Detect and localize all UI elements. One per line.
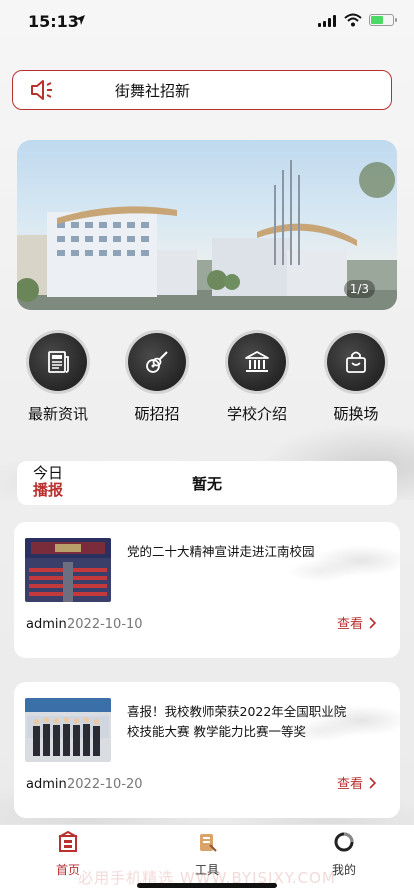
notice-bar[interactable]: 街舞社招新	[12, 70, 392, 110]
news-title: 喜报！我校教师荣获2022年全国职业院校技能大赛 教学能力比赛一等奖	[127, 704, 347, 739]
today-broadcast[interactable]: 今日 播报 暂无	[17, 461, 397, 505]
newspaper-icon	[29, 333, 87, 391]
cellular-signal-icon	[318, 15, 336, 27]
view-button[interactable]: 查看	[337, 773, 376, 792]
news-date: 2022-10-10	[67, 617, 143, 632]
shopping-bag-icon	[327, 333, 385, 391]
tools-icon	[200, 834, 217, 852]
wifi-icon	[344, 13, 362, 27]
news-author: admin	[26, 777, 67, 792]
menu-item-exchange[interactable]: 砺换场	[306, 333, 406, 424]
speaker-icon	[31, 80, 52, 100]
view-label: 查看	[336, 777, 363, 792]
menu-item-school-intro[interactable]: 学校介绍	[207, 333, 307, 424]
status-time: 15:13	[28, 12, 79, 31]
campus-gate-photo	[17, 160, 397, 310]
carousel-page-indicator: 1/3	[343, 280, 375, 298]
menu-item-news[interactable]: 最新资讯	[8, 333, 108, 424]
chevron-right-icon	[369, 776, 376, 789]
location-arrow-icon	[75, 15, 85, 25]
profile-icon	[334, 832, 354, 852]
news-title: 党的二十大精神宣讲走进江南校园	[127, 544, 315, 559]
home-indicator	[137, 883, 277, 888]
battery-icon	[369, 14, 397, 26]
school-building-icon	[228, 333, 286, 391]
quick-menu: 最新资讯 砺招招 学校介绍 砺换场	[0, 333, 414, 433]
status-bar: 15:13	[0, 0, 414, 44]
menu-item-label: 学校介绍	[226, 405, 287, 423]
news-date: 2022-10-20	[67, 777, 143, 792]
news-thumbnail	[25, 698, 111, 762]
menu-item-label: 砺招招	[134, 405, 180, 423]
banner-carousel[interactable]: 1/3	[17, 140, 397, 310]
chevron-right-icon	[369, 616, 376, 629]
tab-bar: 首页 工具 我的 必用手机精选 WWW.BYJSJXY.COM	[0, 824, 414, 896]
news-author: admin	[26, 617, 67, 632]
today-broadcast-message: 暂无	[191, 475, 222, 493]
home-icon	[58, 830, 78, 852]
news-card[interactable]: 党的二十大精神宣讲走进江南校园 admin 2022-10-10 查看	[14, 522, 400, 658]
menu-item-label: 砺换场	[333, 405, 379, 423]
guitar-icon	[128, 333, 186, 391]
view-button[interactable]: 查看	[337, 613, 376, 632]
news-thumbnail	[25, 538, 111, 602]
menu-item-label: 最新资讯	[27, 405, 88, 423]
notice-text: 街舞社招新	[115, 81, 191, 100]
view-label: 查看	[336, 617, 363, 632]
menu-item-recruit[interactable]: 砺招招	[107, 333, 207, 424]
news-card[interactable]: 喜报！我校教师荣获2022年全国职业院校技能大赛 教学能力比赛一等奖 admin…	[14, 682, 400, 818]
